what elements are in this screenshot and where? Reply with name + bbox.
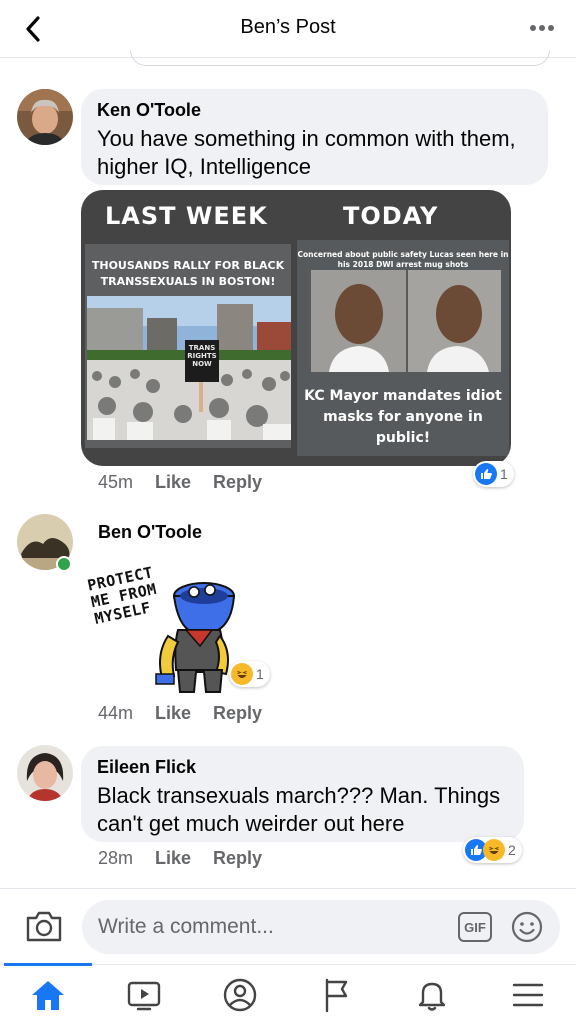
more-dots-icon <box>530 25 554 31</box>
meme-left-title: LAST WEEK <box>105 202 268 230</box>
haha-reaction-icon <box>483 839 505 861</box>
nav-watch[interactable] <box>124 975 164 1015</box>
rally-crowd-photo <box>87 296 291 440</box>
comment-image-meme[interactable]: LAST WEEK TODAY THOUSANDS RALLY FOR BLAC… <box>81 190 511 466</box>
watch-icon <box>127 981 161 1011</box>
meme-left-caption: THOUSANDS RALLY FOR BLACK TRANSSEXUALS I… <box>91 259 285 288</box>
nav-profile[interactable] <box>220 975 260 1015</box>
like-button[interactable]: Like <box>155 848 191 869</box>
mugshot-photos <box>311 270 501 372</box>
post-content-edge <box>130 50 550 66</box>
pages-flag-icon <box>325 978 348 1013</box>
like-button[interactable]: Like <box>155 472 191 493</box>
menu-icon <box>512 983 544 1007</box>
like-button[interactable]: Like <box>155 703 191 724</box>
online-status-indicator <box>56 556 72 572</box>
sticker-character[interactable] <box>148 574 238 694</box>
comment-bubble[interactable]: Ken O'Toole You have something in common… <box>81 89 548 185</box>
avatar-eileen[interactable] <box>17 745 73 801</box>
page-title: Ben’s Post <box>240 16 336 38</box>
avatar-ken[interactable] <box>17 89 73 145</box>
comment-composer: GIF <box>0 888 576 964</box>
bottom-navigation <box>0 963 576 1024</box>
reply-button[interactable]: Reply <box>213 703 262 724</box>
comment-timestamp: 45m <box>98 472 134 492</box>
reaction-count: 2 <box>508 842 516 858</box>
comment-text: Black transexuals march??? Man. Things c… <box>97 783 501 836</box>
comment-actions: 28m Like Reply <box>98 848 262 869</box>
haha-reaction-icon <box>231 663 253 685</box>
reaction-summary[interactable]: 1 <box>229 661 270 687</box>
nav-menu[interactable] <box>508 975 548 1015</box>
camera-button[interactable] <box>24 909 64 945</box>
meme-right-caption: Concerned about public safety Lucas seen… <box>297 250 509 269</box>
meme-left-panel: THOUSANDS RALLY FOR BLACK TRANSSEXUALS I… <box>85 244 291 448</box>
nav-home[interactable] <box>28 975 68 1015</box>
reply-button[interactable]: Reply <box>213 472 262 493</box>
home-icon <box>32 981 64 1010</box>
nav-pages[interactable] <box>316 975 356 1015</box>
emoji-button[interactable] <box>510 910 544 944</box>
comment-actions: 45m Like Reply <box>98 472 262 493</box>
smiley-icon <box>511 911 543 943</box>
meme-right-bottom-caption: KC Mayor mandates idiot masks for anyone… <box>304 388 502 446</box>
comment-timestamp: 28m <box>98 848 134 868</box>
comment-input-container[interactable]: GIF <box>82 900 560 954</box>
nav-notifications[interactable] <box>412 975 452 1015</box>
notifications-bell-icon <box>418 982 446 1011</box>
reaction-count: 1 <box>500 466 508 482</box>
gif-button[interactable]: GIF <box>458 912 492 942</box>
meme-right-title: TODAY <box>343 202 439 230</box>
comment-author[interactable]: Eileen Flick <box>97 756 508 778</box>
reaction-summary[interactable]: 2 <box>463 837 522 863</box>
comment-author[interactable]: Ken O'Toole <box>97 99 532 121</box>
comment-timestamp: 44m <box>98 703 134 723</box>
comment-author[interactable]: Ben O'Toole <box>98 521 202 543</box>
like-reaction-icon <box>475 463 497 485</box>
comment-actions: 44m Like Reply <box>98 703 262 724</box>
comment-bubble[interactable]: Eileen Flick Black transexuals march??? … <box>81 746 524 842</box>
protest-sign-text: TRANS RIGHTS NOW <box>187 344 217 368</box>
reply-button[interactable]: Reply <box>213 848 262 869</box>
comment-input[interactable] <box>98 912 438 942</box>
reaction-summary[interactable]: 1 <box>473 461 514 487</box>
active-tab-indicator <box>4 963 92 966</box>
reaction-count: 1 <box>256 666 264 682</box>
profile-photo <box>17 745 73 801</box>
camera-icon <box>26 911 62 942</box>
profile-photo <box>17 89 73 145</box>
more-options-button[interactable] <box>526 16 558 40</box>
meme-right-panel: Concerned about public safety Lucas seen… <box>297 240 509 456</box>
comment-text: You have something in common with them, … <box>97 126 516 179</box>
profile-icon <box>223 978 257 1012</box>
